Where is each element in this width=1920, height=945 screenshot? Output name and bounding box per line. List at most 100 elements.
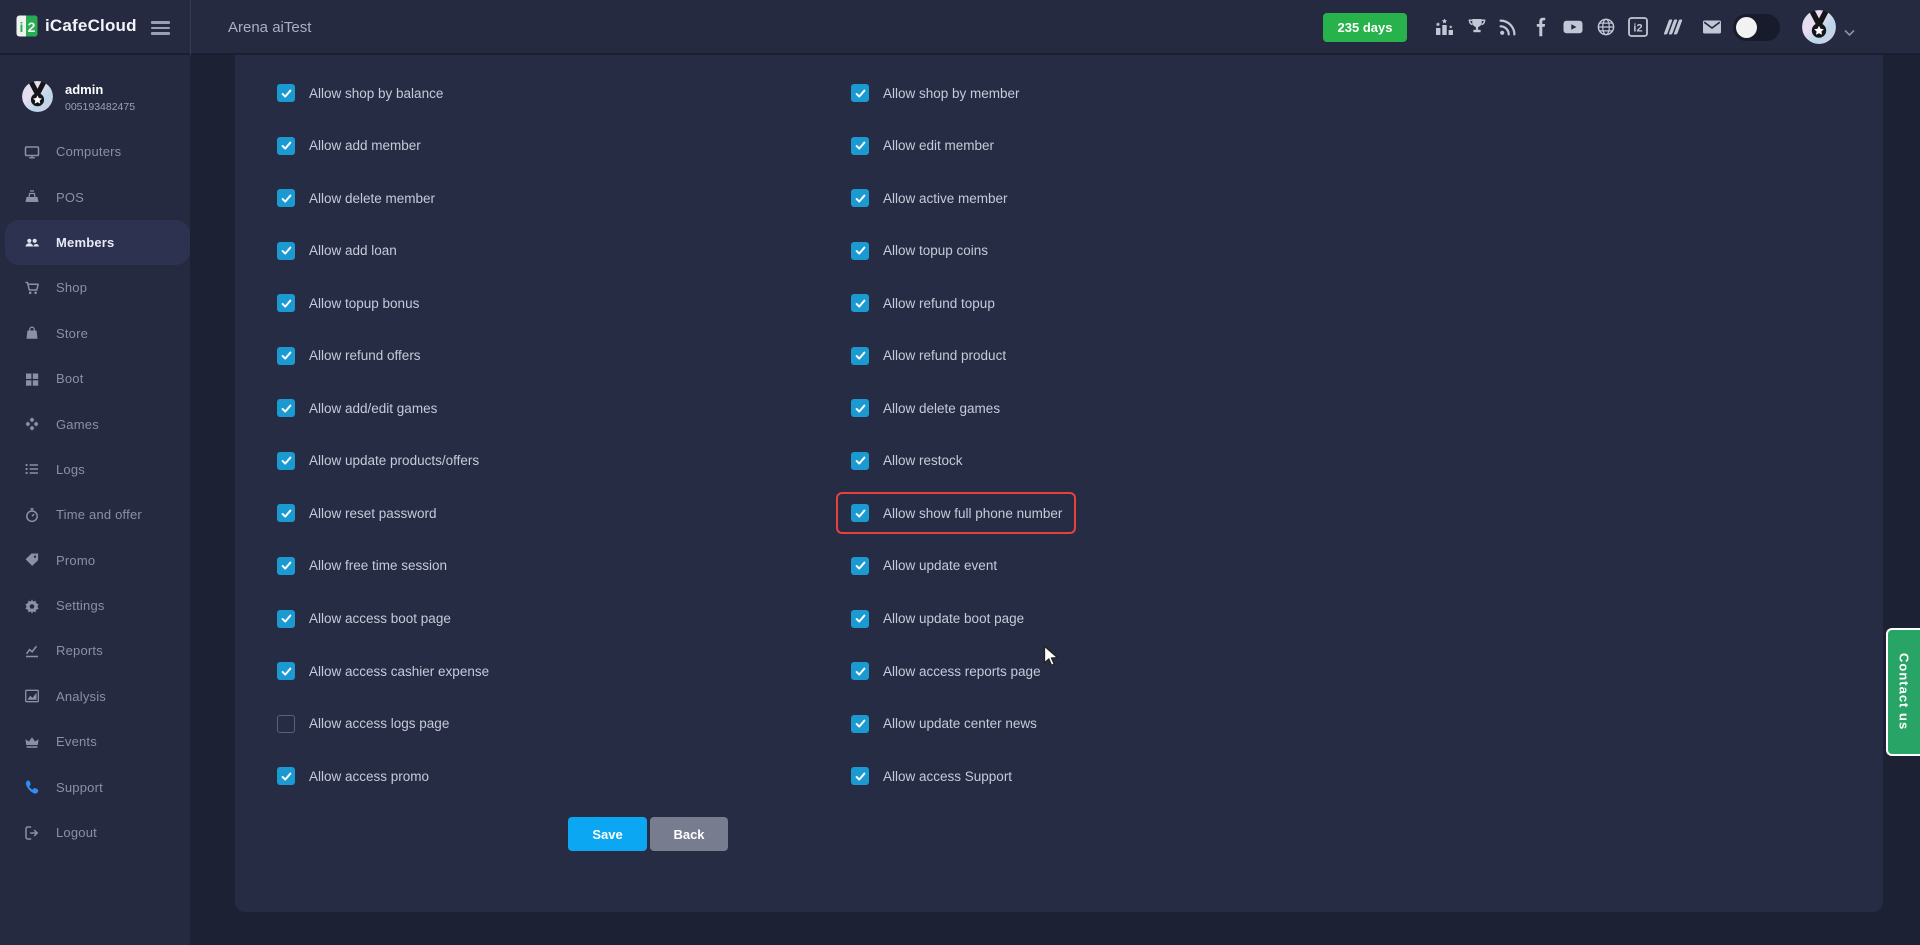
sidebar-item-label: Analysis <box>56 689 106 704</box>
permission-row-allow-refund-product: Allow refund product <box>851 346 1006 366</box>
permission-label: Allow update event <box>883 558 997 573</box>
checkbox-allow-shop-by-balance[interactable] <box>277 84 295 102</box>
theme-toggle[interactable] <box>1733 14 1780 41</box>
checkbox-allow-topup-coins[interactable] <box>851 242 869 260</box>
contact-us-label: Contact us <box>1897 653 1912 730</box>
sidebar-item-time-and-offer[interactable]: Time and offer <box>0 492 190 537</box>
sidebar-item-label: Support <box>56 780 103 795</box>
user-block[interactable]: admin 005193482475 <box>22 81 135 113</box>
brand-name: iCafeCloud <box>45 16 137 36</box>
icafecloud-logo-icon: i 2 <box>16 15 38 37</box>
save-button[interactable]: Save <box>568 817 647 851</box>
checkbox-allow-shop-by-member[interactable] <box>851 84 869 102</box>
permission-row-allow-free-time-session: Allow free time session <box>277 556 447 576</box>
brand-logo[interactable]: i 2 iCafeCloud <box>16 15 137 37</box>
medal-avatar-icon <box>1802 10 1836 44</box>
checkbox-allow-restock[interactable] <box>851 452 869 470</box>
trophy-icon[interactable] <box>1466 16 1488 38</box>
sidebar-item-members[interactable]: Members <box>5 220 190 265</box>
checkbox-allow-access-cashier-expense[interactable] <box>277 662 295 680</box>
checkbox-allow-delete-member[interactable] <box>277 189 295 207</box>
user-avatar[interactable] <box>1802 10 1836 44</box>
sidebar-item-analysis[interactable]: Analysis <box>0 674 190 719</box>
checkbox-allow-access-boot-page[interactable] <box>277 610 295 628</box>
permission-label: Allow show full phone number <box>883 506 1062 521</box>
checkbox-allow-update-products-offers[interactable] <box>277 452 295 470</box>
chevron-down-icon[interactable] <box>1844 24 1855 42</box>
sidebar-item-events[interactable]: Events <box>0 719 190 764</box>
permission-label: Allow update boot page <box>883 611 1024 626</box>
tag-icon <box>23 552 40 569</box>
sidebar-item-shop[interactable]: Shop <box>0 265 190 310</box>
checkbox-allow-refund-product[interactable] <box>851 347 869 365</box>
ranking-icon[interactable] <box>1434 16 1456 38</box>
checkbox-allow-refund-topup[interactable] <box>851 294 869 312</box>
topbar: i 2 iCafeCloud Arena aiTest 235 days i2 <box>0 0 1920 55</box>
checkbox-allow-active-member[interactable] <box>851 189 869 207</box>
checkbox-allow-update-event[interactable] <box>851 557 869 575</box>
mail-icon[interactable] <box>1701 16 1723 38</box>
sidebar: admin 005193482475 Computers POS Members… <box>0 55 190 945</box>
sidebar-item-label: Settings <box>56 598 105 613</box>
back-button[interactable]: Back <box>650 817 728 851</box>
sidebar-item-logs[interactable]: Logs <box>0 447 190 492</box>
checkbox-allow-edit-member[interactable] <box>851 137 869 155</box>
permission-row-allow-add-member: Allow add member <box>277 136 421 156</box>
permission-row-allow-edit-member: Allow edit member <box>851 136 994 156</box>
layers-icon[interactable] <box>1662 16 1684 38</box>
checkbox-allow-access-support[interactable] <box>851 767 869 785</box>
sidebar-item-label: Logs <box>56 462 85 477</box>
sidebar-item-label: POS <box>56 190 84 205</box>
permission-row-allow-access-promo: Allow access promo <box>277 766 429 786</box>
checkbox-allow-reset-password[interactable] <box>277 504 295 522</box>
svg-text:i2: i2 <box>1633 23 1642 35</box>
sidebar-item-pos[interactable]: POS <box>0 174 190 219</box>
checkbox-allow-add-edit-games[interactable] <box>277 399 295 417</box>
subscription-days-badge[interactable]: 235 days <box>1323 13 1407 42</box>
checkbox-allow-delete-games[interactable] <box>851 399 869 417</box>
globe-icon[interactable] <box>1595 16 1617 38</box>
checkbox-allow-update-center-news[interactable] <box>851 715 869 733</box>
checkbox-allow-add-member[interactable] <box>277 137 295 155</box>
windows-icon <box>23 370 40 387</box>
facebook-icon[interactable] <box>1530 16 1552 38</box>
permission-label: Allow delete games <box>883 401 1000 416</box>
sidebar-item-label: Events <box>56 734 97 749</box>
permission-label: Allow update products/offers <box>309 453 479 468</box>
checkbox-allow-update-boot-page[interactable] <box>851 610 869 628</box>
checkbox-allow-add-loan[interactable] <box>277 242 295 260</box>
sidebar-avatar <box>22 81 53 112</box>
sidebar-item-boot[interactable]: Boot <box>0 356 190 401</box>
permission-row-allow-add-edit-games: Allow add/edit games <box>277 398 437 418</box>
permission-label: Allow edit member <box>883 138 994 153</box>
sidebar-item-games[interactable]: Games <box>0 401 190 446</box>
icafe-logo-icon[interactable]: i2 <box>1627 16 1649 38</box>
permission-label: Allow add/edit games <box>309 401 437 416</box>
medal-avatar-icon <box>22 81 53 112</box>
youtube-icon[interactable] <box>1562 16 1584 38</box>
checkbox-allow-access-promo[interactable] <box>277 767 295 785</box>
sidebar-item-computers[interactable]: Computers <box>0 129 190 174</box>
menu-toggle-icon[interactable] <box>151 21 170 38</box>
permission-row-allow-update-boot-page: Allow update boot page <box>851 609 1024 629</box>
permission-label: Allow update center news <box>883 716 1037 731</box>
checkbox-allow-free-time-session[interactable] <box>277 557 295 575</box>
checkbox-allow-topup-bonus[interactable] <box>277 294 295 312</box>
rss-icon[interactable] <box>1497 16 1519 38</box>
contact-us-tab[interactable]: Contact us <box>1886 628 1920 756</box>
checkbox-allow-access-reports-page[interactable] <box>851 662 869 680</box>
permission-label: Allow refund topup <box>883 296 995 311</box>
sidebar-item-settings[interactable]: Settings <box>0 583 190 628</box>
sidebar-item-logout[interactable]: Logout <box>0 810 190 855</box>
sidebar-item-support[interactable]: Support <box>0 764 190 809</box>
sidebar-item-store[interactable]: Store <box>0 311 190 356</box>
permission-label: Allow refund offers <box>309 348 421 363</box>
permission-row-allow-show-full-phone-number: Allow show full phone number <box>851 503 1062 523</box>
sidebar-item-promo[interactable]: Promo <box>0 538 190 583</box>
checkbox-allow-access-logs-page[interactable] <box>277 715 295 733</box>
checkbox-allow-show-full-phone-number[interactable] <box>851 504 869 522</box>
checkbox-allow-refund-offers[interactable] <box>277 347 295 365</box>
sidebar-item-reports[interactable]: Reports <box>0 628 190 673</box>
permissions-panel: Allow shop by balanceAllow add memberAll… <box>235 55 1883 912</box>
permission-row-allow-topup-bonus: Allow topup bonus <box>277 293 419 313</box>
